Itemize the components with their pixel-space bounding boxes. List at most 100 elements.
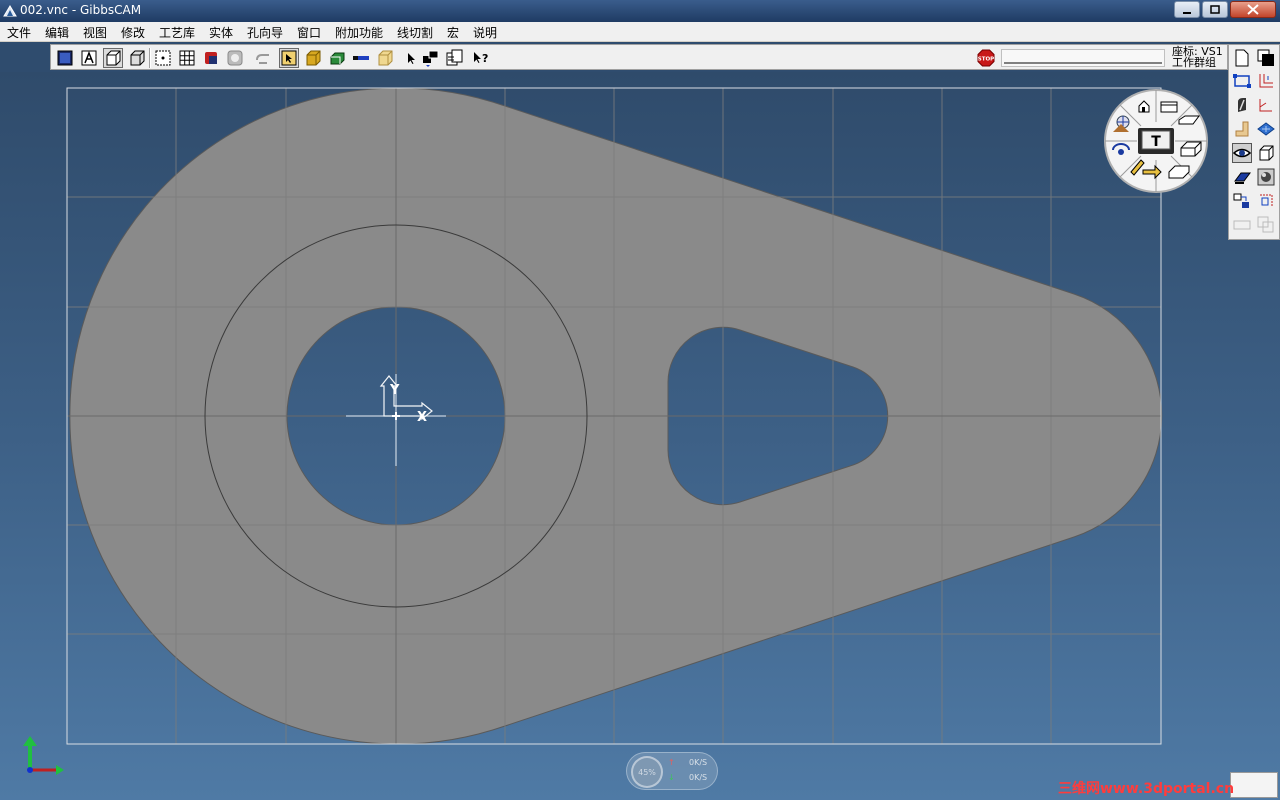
download-arrow-icon: ↓ (668, 773, 675, 782)
rect-outline-icon (1233, 220, 1251, 230)
cube-icon (1259, 145, 1274, 161)
network-status: 45% ↑ 0K/S ↓ 0K/S (626, 752, 718, 790)
network-percent: 45% (631, 756, 663, 788)
layers-icon (1257, 216, 1274, 233)
progress-bar (1001, 49, 1165, 67)
copy-window-button[interactable] (1256, 48, 1276, 68)
view-wireframe-button[interactable] (103, 48, 123, 68)
cut-button[interactable] (1232, 95, 1252, 115)
upload-arrow-icon: ↑ (668, 758, 675, 767)
corner-icon (1259, 99, 1272, 112)
corner-button[interactable] (1256, 95, 1276, 115)
transparent-icon (227, 50, 243, 66)
origin-y-label: Y (389, 383, 400, 398)
help-cursor-icon: ? (474, 52, 488, 65)
right-tool-palette (1228, 44, 1280, 240)
workgroup-label[interactable]: 工作群组 (1172, 57, 1216, 68)
copy-window-icon (1257, 49, 1274, 66)
menu-window[interactable]: 窗口 (297, 24, 321, 41)
plane-icon (1257, 122, 1275, 136)
select-solid-button[interactable] (279, 48, 299, 68)
site-watermark: 三维网www.3dportal.cn (1058, 781, 1235, 797)
tool-bar-button[interactable] (351, 48, 371, 68)
rectangle-icon (1233, 74, 1251, 88)
menu-view[interactable]: 视图 (83, 24, 107, 41)
rectangle-button[interactable] (1232, 71, 1252, 91)
toolbar-area: ? STOP 座标: VS1 工作群组 (0, 42, 1280, 72)
view-cube[interactable]: T (1103, 88, 1209, 194)
view-wireframe-icon (106, 50, 121, 66)
restore-button[interactable] (1202, 1, 1228, 18)
workgroup-icon (423, 50, 439, 67)
close-button[interactable] (1230, 1, 1276, 18)
transform-button[interactable] (1232, 191, 1252, 211)
menu-process-library[interactable]: 工艺库 (159, 24, 195, 41)
workgroup-button[interactable] (421, 48, 441, 68)
crop-button[interactable] (1256, 191, 1276, 211)
gibbscam-logo-icon (3, 5, 17, 17)
part-color-button[interactable] (201, 48, 221, 68)
plane-blue-button[interactable] (1232, 167, 1252, 187)
transparent-button[interactable] (225, 48, 245, 68)
view-shaded-button[interactable] (127, 48, 147, 68)
solid-green-icon (330, 52, 345, 65)
menu-bar: 文件 编辑 视图 修改 工艺库 实体 孔向导 窗口 附加功能 线切割 宏 说明 (0, 22, 1280, 42)
menu-solid[interactable]: 实体 (209, 24, 233, 41)
minimize-button[interactable] (1174, 1, 1200, 18)
view-front-button[interactable] (55, 48, 75, 68)
part-drawing[interactable]: Y X (0, 72, 1280, 800)
close-icon (1247, 4, 1259, 15)
main-toolbar: ? STOP 座标: VS1 工作群组 (50, 44, 1228, 70)
layers-button[interactable] (1256, 215, 1276, 235)
toolpath-icon (256, 54, 269, 64)
progress-bar-fill (1004, 62, 1162, 64)
grid-button[interactable] (177, 48, 197, 68)
part-color-icon (205, 52, 217, 64)
solid-green-button[interactable] (327, 48, 347, 68)
menu-modify[interactable]: 修改 (121, 24, 145, 41)
new-doc-button[interactable] (1232, 48, 1252, 68)
snap-point-button[interactable] (153, 48, 173, 68)
svg-text:STOP: STOP (978, 57, 994, 63)
view-text-icon (81, 50, 97, 66)
box-top-icon[interactable] (1160, 101, 1178, 113)
view-text-button[interactable] (79, 48, 99, 68)
elbow-button[interactable] (1232, 119, 1252, 139)
menu-hole-wizard[interactable]: 孔向导 (247, 24, 283, 41)
stop-sign-icon[interactable]: STOP (977, 49, 995, 67)
menu-help[interactable]: 说明 (473, 24, 497, 41)
crop-icon (1260, 194, 1273, 207)
eye-view-button[interactable] (1232, 143, 1252, 163)
origin-x-label: X (417, 410, 427, 425)
window-title: 002.vnc - GibbsCAM (20, 3, 142, 17)
stock-button[interactable] (375, 48, 395, 68)
help-cursor-button[interactable]: ? (471, 48, 491, 68)
solid-gold-icon (306, 50, 321, 66)
svg-text:?: ? (482, 52, 488, 65)
multi-window-button[interactable] (445, 48, 465, 68)
cut-icon (1238, 98, 1246, 112)
menu-plugins[interactable]: 附加功能 (335, 24, 383, 41)
toolpath-button[interactable] (253, 48, 273, 68)
menu-wire-edm[interactable]: 线切割 (397, 24, 433, 41)
graphics-viewport[interactable]: Y X (0, 72, 1280, 800)
axis-lines-button[interactable] (1256, 71, 1276, 91)
view-cube-center-button[interactable]: T (1138, 128, 1174, 154)
render-button[interactable] (1256, 167, 1276, 187)
upload-rate: 0K/S (689, 758, 708, 767)
solid-gold-button[interactable] (303, 48, 323, 68)
plane-button[interactable] (1256, 119, 1276, 139)
axis-triad (23, 736, 64, 775)
view-cube-center-label: T (1151, 134, 1161, 150)
menu-macro[interactable]: 宏 (447, 24, 459, 41)
pointer-button[interactable] (401, 48, 421, 68)
grid-icon (179, 50, 195, 66)
toolbar-separator (149, 48, 151, 68)
render-icon (1257, 168, 1275, 186)
minimize-icon (1183, 12, 1191, 14)
axis-lines-icon (1259, 74, 1273, 88)
rect-outline-button[interactable] (1232, 215, 1252, 235)
menu-file[interactable]: 文件 (7, 24, 31, 41)
cube-button[interactable] (1256, 143, 1276, 163)
menu-edit[interactable]: 编辑 (45, 24, 69, 41)
